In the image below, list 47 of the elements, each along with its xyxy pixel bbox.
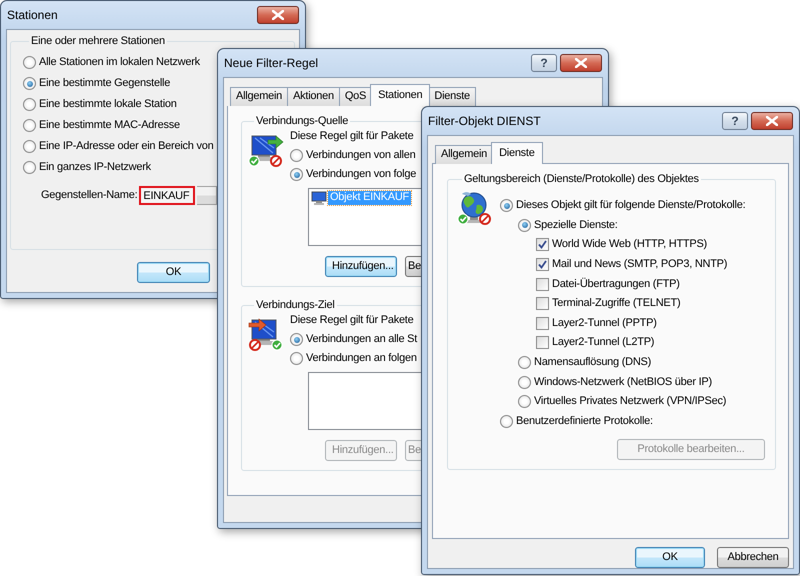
field-label: Gegenstellen-Name: (41, 188, 138, 202)
help-button[interactable]: ? (531, 54, 557, 72)
tab[interactable]: Aktionen (287, 87, 340, 106)
window-title: Filter-Objekt DIENST (427, 114, 542, 128)
tab[interactable]: QoS (338, 87, 372, 106)
radio-label: Windows-Netzwerk (NetBIOS über IP) (534, 376, 712, 389)
help-button[interactable]: ? (722, 112, 748, 130)
checkbox-label: Terminal-Zugriffe (TELNET) (552, 297, 680, 310)
radio-label: Verbindungen an alle St (306, 332, 418, 346)
window-title: Stationen (6, 8, 59, 22)
tab[interactable]: Dienste (491, 142, 543, 164)
radio-label: Verbindungen an folgen (306, 352, 417, 366)
description-text: Diese Regel gilt für Pakete (290, 130, 414, 144)
group-title: Eine oder mehrere Stationen (30, 36, 166, 47)
cancel-button[interactable]: Abbrechen (717, 547, 789, 568)
radio-label: Virtuelles Privates Netzwerk (VPN/IPSec) (534, 395, 726, 408)
group-title: Geltungsbereich (Dienste/Protokolle) des Objektes (463, 174, 700, 185)
radio-label: Benutzerdefinierte Protokolle: (516, 414, 653, 428)
radio-label: Verbindungen von allen (306, 148, 416, 162)
window-title: Neue Filter-Regel (223, 56, 320, 70)
tab[interactable]: Allgemein (230, 87, 288, 106)
button[interactable]: Be (405, 256, 422, 277)
radio-label: Namensauflösung (DNS) (534, 356, 652, 370)
radio-label: Eine IP-Adresse oder ein Bereich von (39, 140, 214, 154)
ok-button[interactable]: OK (635, 547, 705, 568)
radio-label: Verbindungen von folge (306, 168, 416, 182)
radio-label: Dieses Objekt gilt für folgende Dienste/Protokolle: (516, 199, 746, 212)
checkbox-label: Layer2-Tunnel (PPTP) (552, 316, 657, 330)
tab[interactable]: Allgemein (435, 145, 494, 164)
radio-label: Spezielle Dienste: (534, 218, 618, 232)
checkbox-label: Datei-Übertragungen (FTP) (552, 278, 680, 291)
description-text: Diese Regel gilt für Pakete (290, 314, 414, 328)
checkbox-label: Mail und News (SMTP, POP3, NNTP) (552, 258, 728, 272)
tab[interactable]: Stationen (370, 84, 430, 106)
radio-label: Alle Stationen im lokalen Netzwerk (39, 56, 200, 70)
checkbox-label: Layer2-Tunnel (L2TP) (552, 336, 654, 350)
radio-label: Eine bestimmte Gegenstelle (39, 76, 170, 90)
group-title: Verbindungs-Quelle (255, 116, 350, 127)
tab[interactable]: Dienste (428, 87, 476, 106)
radio-label: Eine bestimmte lokale Station (39, 98, 177, 112)
ok-button[interactable]: OK (137, 262, 210, 283)
group-title: Verbindungs-Ziel (255, 300, 336, 311)
radio-label: Ein ganzes IP-Netzwerk (39, 160, 151, 174)
add-button[interactable]: Hinzufügen... (325, 256, 397, 277)
checkbox-label: World Wide Web (HTTP, HTTPS) (552, 238, 707, 252)
radio-label: Eine bestimmte MAC-Adresse (39, 118, 180, 132)
input-field[interactable]: EINKAUF (139, 186, 196, 205)
